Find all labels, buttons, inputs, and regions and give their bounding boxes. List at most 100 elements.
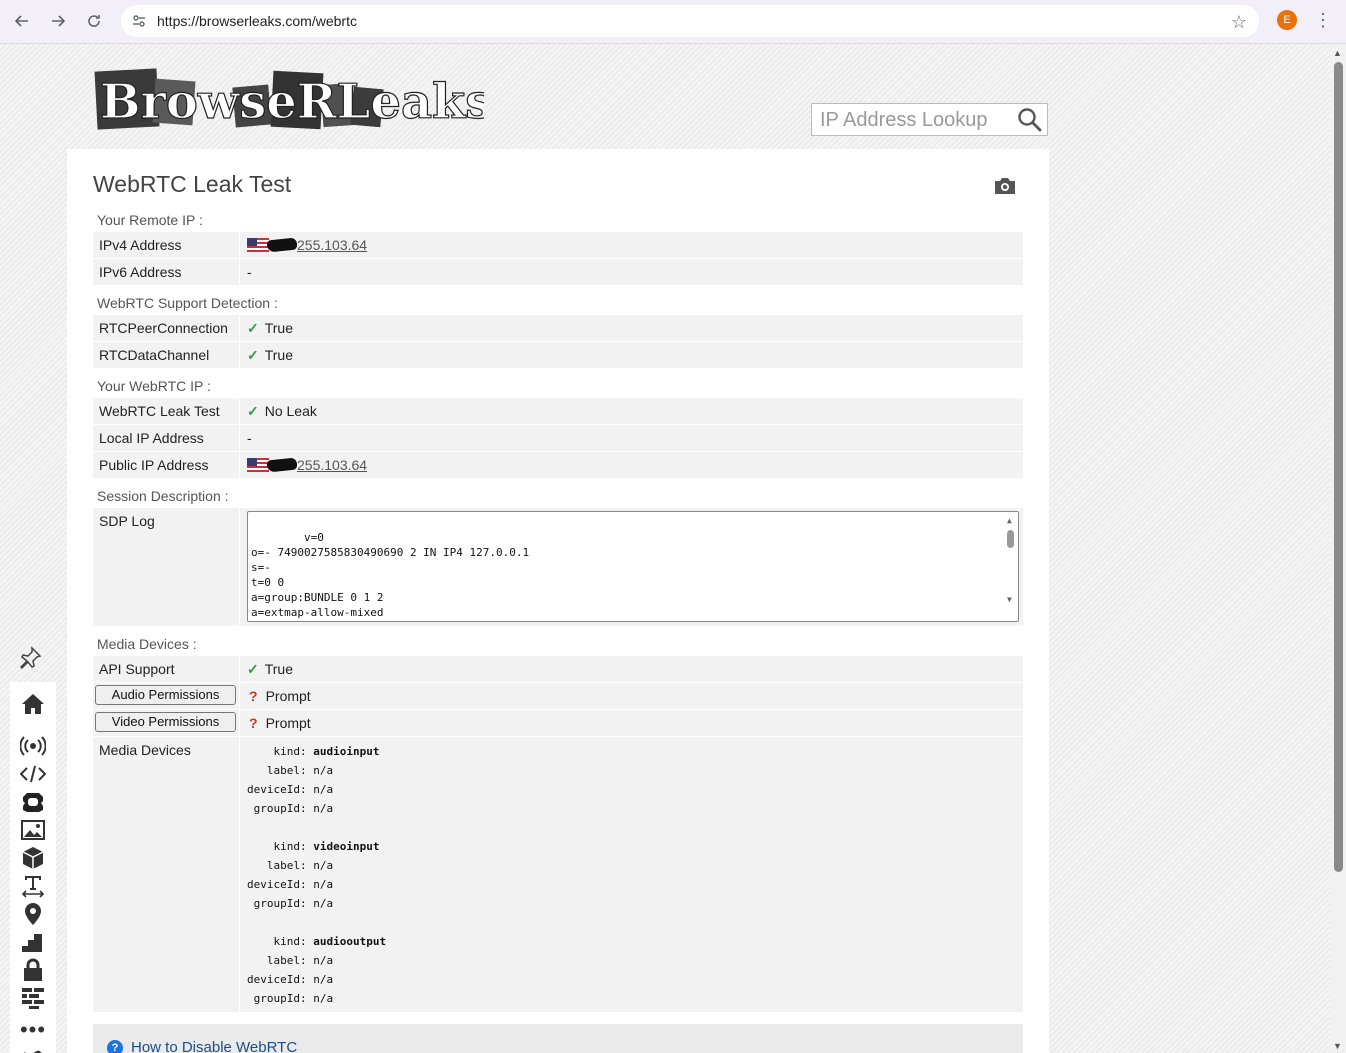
api-value-cell: ✓ True — [247, 656, 293, 682]
video-value-cell: ? Prompt — [247, 710, 311, 736]
howto-disable-link[interactable]: How to Disable WebRTC — [131, 1039, 297, 1053]
bricks-icon[interactable] — [20, 986, 46, 1010]
key-deviceid: deviceId: — [247, 783, 307, 796]
peer-value-cell: ✓ True — [247, 315, 293, 341]
device-entry: kind: videoinput label: n/a deviceId: n/… — [247, 837, 386, 932]
device-kind-line: kind: audiooutput — [247, 932, 387, 951]
device-group: n/a — [313, 897, 334, 910]
key-groupid: groupId: — [253, 802, 307, 815]
row-sdp-log: SDP Log v=0 o=- 7490027585830490690 2 IN… — [93, 508, 1023, 626]
row-ipv6: IPv6 Address - — [93, 259, 1023, 285]
text-width-icon[interactable] — [20, 874, 46, 898]
device-label: n/a — [313, 954, 334, 967]
leak-value-cell: ✓ No Leak — [247, 398, 317, 424]
device-id: n/a — [313, 783, 334, 796]
row-public-ip: Public IP Address 255.103.64 — [93, 452, 1023, 478]
device-entry: kind: audiooutput label: n/a deviceId: n… — [247, 932, 386, 1008]
us-flag-icon — [247, 238, 269, 252]
local-value: - — [247, 430, 252, 446]
scroll-thumb[interactable] — [1334, 62, 1343, 872]
public-ip-link[interactable]: 255.103.64 — [297, 457, 367, 473]
code-icon[interactable] — [20, 762, 46, 786]
sdp-scrollbar[interactable]: ▲ ▼ — [1004, 512, 1018, 621]
sdp-log-textarea[interactable]: v=0 o=- 7490027585830490690 2 IN IP4 127… — [247, 511, 1019, 622]
key-deviceid: deviceId: — [247, 878, 307, 891]
ipv6-value: - — [247, 264, 252, 280]
device-group-line: groupId: n/a — [247, 989, 386, 1008]
check-icon: ✓ — [247, 403, 259, 419]
ipv4-link[interactable]: 255.103.64 — [297, 237, 367, 253]
device-kind: videoinput — [313, 840, 380, 853]
public-value: 255.103.64 — [247, 452, 367, 478]
scroll-down-arrow-icon[interactable]: ▼ — [1333, 1041, 1342, 1051]
media-devices-list: kind: audioinput label: n/a deviceId: n/… — [247, 742, 386, 1008]
channel-label: RTCDataChannel — [93, 342, 240, 368]
home-icon[interactable] — [20, 692, 46, 716]
api-value: True — [264, 661, 294, 677]
lock-icon[interactable] — [20, 958, 46, 982]
video-permissions-button[interactable]: Video Permissions — [95, 712, 236, 732]
search-icon[interactable] — [1017, 107, 1043, 133]
ipv6-label: IPv6 Address — [93, 259, 240, 285]
check-icon: ✓ — [247, 661, 259, 677]
blob-icon[interactable] — [20, 790, 46, 814]
device-id-line: deviceId: n/a — [247, 970, 386, 989]
sdp-log-text: v=0 o=- 7490027585830490690 2 IN IP4 127… — [251, 531, 530, 619]
cube-icon[interactable] — [20, 846, 46, 870]
redaction-mark — [266, 457, 298, 473]
device-kind-line: kind: videoinput — [247, 837, 386, 856]
key-label: label: — [266, 859, 307, 872]
camera-icon[interactable] — [993, 176, 1017, 196]
device-group-line: groupId: n/a — [247, 894, 386, 913]
back-button[interactable] — [8, 8, 36, 34]
broadcast-icon[interactable] — [20, 734, 46, 758]
device-label: n/a — [313, 859, 334, 872]
ipv4-label: IPv4 Address — [93, 232, 240, 258]
key-groupid: groupId: — [253, 992, 307, 1005]
image-icon[interactable] — [20, 818, 46, 842]
device-id: n/a — [313, 878, 334, 891]
peer-label: RTCPeerConnection — [93, 315, 240, 341]
device-group-line: groupId: n/a — [247, 799, 386, 818]
bookmark-star-icon[interactable]: ☆ — [1231, 12, 1247, 33]
scroll-up-arrow-icon[interactable]: ▲ — [1333, 48, 1342, 58]
row-peer-connection: RTCPeerConnection ✓ True — [93, 315, 1023, 341]
section-media: Media Devices : — [97, 636, 197, 652]
row-local-ip: Local IP Address - — [93, 425, 1023, 451]
map-pin-icon[interactable] — [20, 902, 46, 926]
video-value: Prompt — [265, 715, 311, 731]
address-bar[interactable]: https://browserleaks.com/webrtc ☆ — [121, 5, 1259, 37]
audio-permissions-button[interactable]: Audio Permissions — [95, 685, 236, 705]
local-label: Local IP Address — [93, 425, 240, 451]
page-scrollbar[interactable]: ▲ ▼ — [1330, 44, 1346, 1053]
main-content: WebRTC Leak Test Your Remote IP : IPv4 A… — [67, 149, 1049, 1053]
page-background: BrowseRLeaks.com WebRTC Leak Test Your R… — [0, 44, 1330, 1053]
site-settings-icon[interactable] — [131, 13, 147, 29]
browser-menu-icon[interactable]: ⋮ — [1314, 9, 1332, 31]
forward-button[interactable] — [44, 8, 72, 34]
more-dots-icon[interactable]: ••• — [20, 1017, 46, 1042]
device-label: n/a — [313, 764, 334, 777]
row-data-channel: RTCDataChannel ✓ True — [93, 342, 1023, 368]
sdp-scroll-up-icon[interactable]: ▲ — [1007, 513, 1012, 528]
sdp-scroll-thumb[interactable] — [1007, 530, 1014, 548]
question-circle-icon: ? — [107, 1040, 123, 1053]
ip-lookup-search — [811, 103, 1048, 136]
pin-icon[interactable] — [18, 646, 42, 670]
key-kind: kind: — [273, 840, 307, 853]
arrow-right-icon — [52, 15, 66, 27]
key-label: label: — [266, 954, 307, 967]
sdp-scroll-down-icon[interactable]: ▼ — [1007, 592, 1012, 607]
profile-avatar[interactable]: E — [1277, 10, 1297, 30]
device-label-line: label: n/a — [247, 856, 386, 875]
stairs-icon[interactable] — [20, 930, 46, 954]
url-text: https://browserleaks.com/webrtc — [157, 13, 357, 29]
audio-value-cell: ? Prompt — [247, 683, 311, 709]
device-label-line: label: n/a — [247, 951, 386, 970]
check-icon: ✓ — [247, 320, 259, 336]
video-label-cell: Video Permissions — [93, 710, 240, 736]
reload-button[interactable] — [80, 8, 108, 34]
ip-lookup-input[interactable] — [818, 107, 1012, 133]
site-logo[interactable]: BrowseRLeaks.com — [94, 66, 484, 132]
